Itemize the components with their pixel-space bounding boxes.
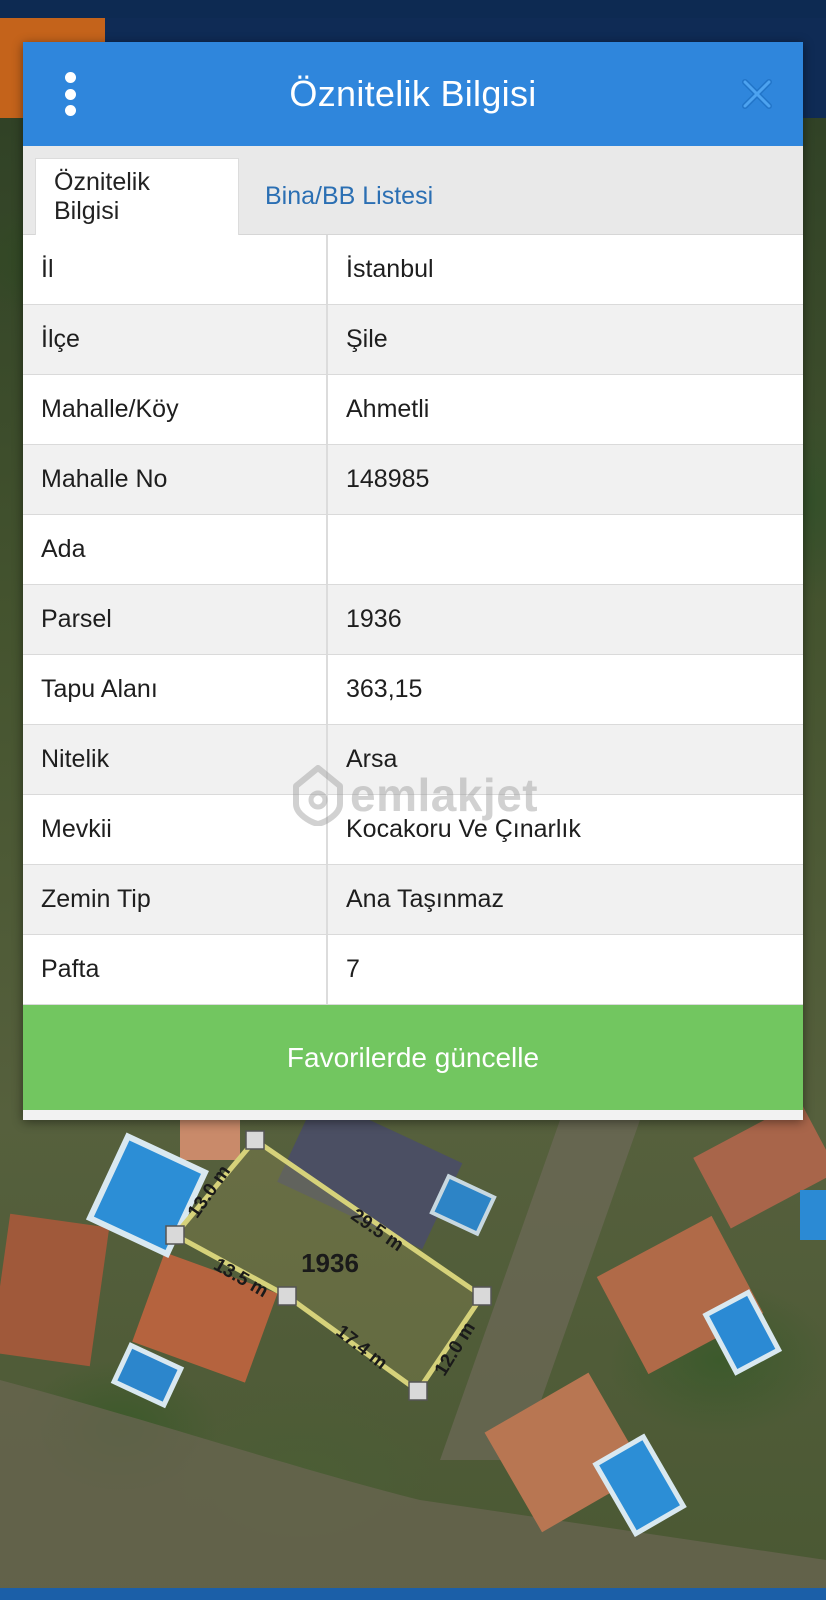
table-row: Zemin Tip Ana Taşınmaz [23, 865, 803, 935]
attribute-key: Zemin Tip [23, 865, 328, 934]
attribute-key: Mahalle No [23, 445, 328, 514]
attribute-key: İl [23, 235, 328, 304]
attribute-table: İl İstanbul İlçe Şile Mahalle/Köy Ahmetl… [23, 235, 803, 1005]
attribute-value: Şile [346, 325, 388, 353]
attribute-value: Ana Taşınmaz [346, 885, 504, 913]
emlakjet-watermark: emlakjet [292, 764, 538, 826]
attribute-value: 148985 [346, 465, 430, 493]
close-icon[interactable] [737, 74, 777, 114]
dialog-header: Öznitelik Bilgisi [23, 42, 803, 146]
attribute-key: Mevkii [23, 795, 328, 864]
attribute-value: 1936 [346, 605, 402, 633]
table-row: Mahalle No 148985 [23, 445, 803, 515]
table-row: Pafta 7 [23, 935, 803, 1005]
attribute-key: Nitelik [23, 725, 328, 794]
attribute-value: İstanbul [346, 255, 434, 283]
tab-attribute-info[interactable]: Öznitelik Bilgisi [35, 158, 239, 235]
attribute-value [328, 515, 803, 584]
table-row: İl İstanbul [23, 235, 803, 305]
map-road [0, 1380, 826, 1600]
attribute-value: 363,15 [346, 675, 423, 703]
attribute-key: Mahalle/Köy [23, 375, 328, 444]
house-pin-icon [293, 765, 343, 826]
attribute-key: Ada [23, 515, 328, 584]
attribute-key: Pafta [23, 935, 328, 1004]
tab-building-list[interactable]: Bina/BB Listesi [247, 158, 451, 235]
table-row: Parsel 1936 [23, 585, 803, 655]
attribute-key: İlçe [23, 305, 328, 374]
parcel-number-label: 1936 [301, 1248, 359, 1278]
more-options-icon[interactable] [55, 72, 85, 116]
dialog-tabs: Öznitelik Bilgisi Bina/BB Listesi [23, 146, 803, 235]
update-favorites-button[interactable]: Favorilerde güncelle [23, 1005, 803, 1110]
watermark-text: emlakjet [350, 769, 539, 821]
table-row: İlçe Şile [23, 305, 803, 375]
attribute-key: Parsel [23, 585, 328, 654]
table-row: Tapu Alanı 363,15 [23, 655, 803, 725]
attribute-info-dialog: Öznitelik Bilgisi Öznitelik Bilgisi Bina… [23, 42, 803, 1120]
dialog-title: Öznitelik Bilgisi [289, 73, 537, 114]
table-row: Mahalle/Köy Ahmetli [23, 375, 803, 445]
attribute-value: Ahmetli [346, 395, 430, 423]
table-row: Ada [23, 515, 803, 585]
attribute-value: 7 [346, 955, 360, 983]
bottom-bar [0, 1588, 826, 1600]
attribute-key: Tapu Alanı [23, 655, 328, 724]
